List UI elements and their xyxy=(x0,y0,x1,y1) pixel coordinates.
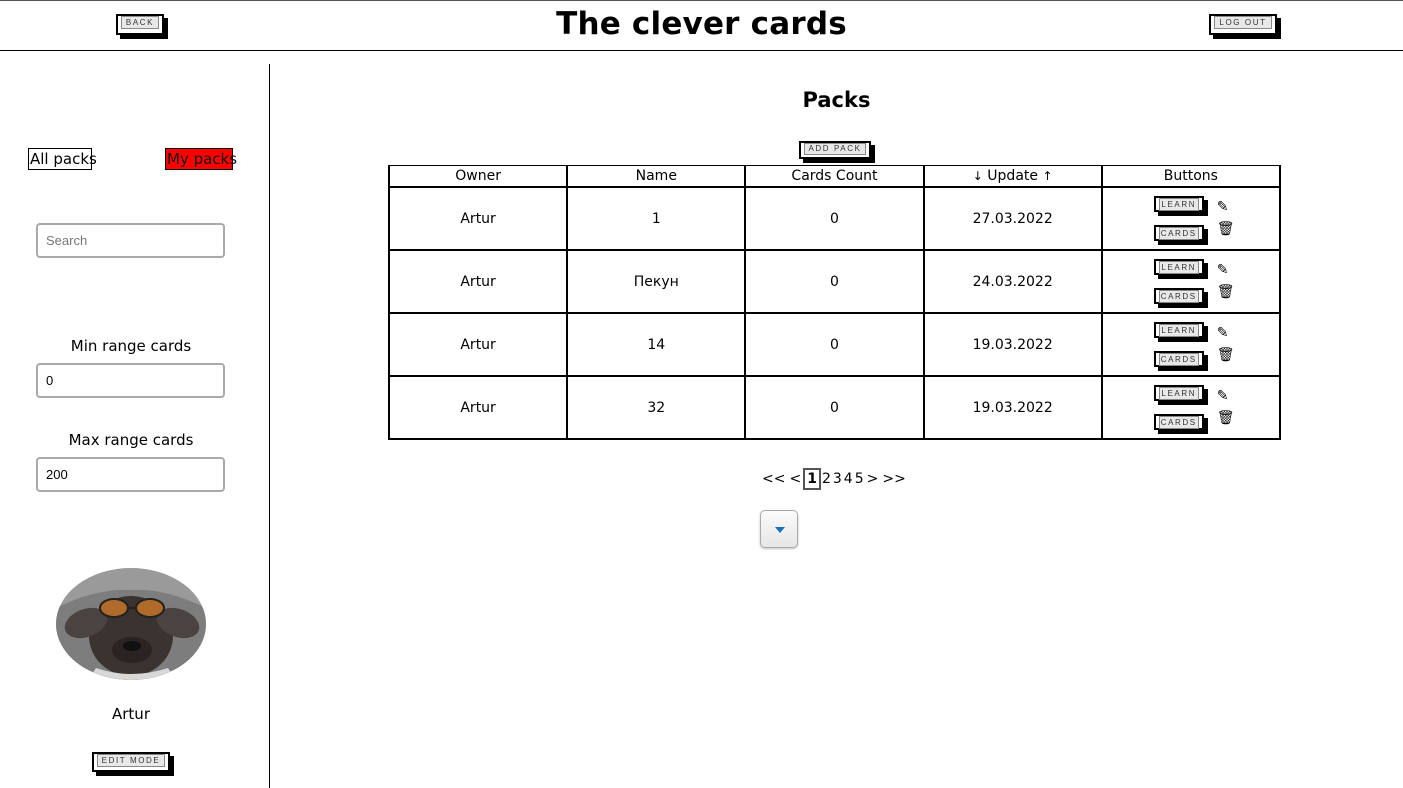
pagination-next[interactable]: > xyxy=(865,471,881,487)
packs-table: Owner Name Cards Count ↓ Update ↑ Button… xyxy=(387,165,1282,440)
cards-button[interactable]: CARDS xyxy=(1153,414,1204,430)
cell-cards-count: 0 xyxy=(744,375,925,440)
column-header-buttons: Buttons xyxy=(1100,165,1282,188)
trash-icon[interactable]: 🗑 xyxy=(1217,348,1235,362)
learn-button[interactable]: LEARN xyxy=(1153,196,1204,212)
edit-icon[interactable]: ✎ xyxy=(1217,389,1229,403)
cell-updated: 24.03.2022 xyxy=(922,249,1103,314)
trash-icon[interactable]: 🗑 xyxy=(1217,285,1235,299)
cell-buttons: LEARN CARDS ✎ 🗑 xyxy=(1100,312,1282,377)
cell-owner: Artur xyxy=(387,186,569,251)
max-range-label: Max range cards xyxy=(68,431,194,449)
max-range-input[interactable] xyxy=(36,457,225,492)
pagination-page[interactable]: 4 xyxy=(843,471,854,487)
learn-button-label: LEARN xyxy=(1158,198,1199,211)
edit-icon[interactable]: ✎ xyxy=(1217,326,1229,340)
logout-button[interactable]: LOG OUT xyxy=(1209,14,1277,35)
app-title: The clever cards xyxy=(556,6,847,42)
cell-updated: 19.03.2022 xyxy=(922,312,1103,377)
cell-owner: Artur xyxy=(387,375,569,440)
pagination-prev[interactable]: < xyxy=(787,471,803,487)
cell-name: 32 xyxy=(566,375,747,440)
min-range-label: Min range cards xyxy=(70,337,192,355)
cell-cards-count: 0 xyxy=(744,186,925,251)
table-row: Artur 1 0 27.03.2022 LEARN CARDS ✎ 🗑 xyxy=(387,186,1282,251)
cell-buttons: LEARN CARDS ✎ 🗑 xyxy=(1100,249,1282,314)
sort-desc-icon[interactable]: ↓ xyxy=(973,169,983,183)
cell-cards-count: 0 xyxy=(744,312,925,377)
add-pack-button[interactable]: ADD PACK xyxy=(799,141,871,159)
edit-icon[interactable]: ✎ xyxy=(1217,200,1229,214)
table-row: Artur Пекун 0 24.03.2022 LEARN CARDS ✎ 🗑 xyxy=(387,249,1282,314)
caret-down-icon xyxy=(775,527,785,533)
cell-cards-count: 0 xyxy=(744,249,925,314)
edit-mode-button-label: EDIT MODE xyxy=(97,754,165,767)
dog-photo xyxy=(56,568,206,680)
learn-button[interactable]: LEARN xyxy=(1153,322,1204,338)
trash-icon[interactable]: 🗑 xyxy=(1217,411,1235,425)
page-size-dropdown[interactable] xyxy=(760,510,798,548)
cards-button-label: CARDS xyxy=(1158,227,1199,240)
search-input[interactable] xyxy=(36,223,225,258)
table-row: Artur 14 0 19.03.2022 LEARN CARDS ✎ 🗑 xyxy=(387,312,1282,377)
pagination-page[interactable]: 3 xyxy=(832,471,843,487)
cell-buttons: LEARN CARDS ✎ 🗑 xyxy=(1100,375,1282,440)
logout-button-label: LOG OUT xyxy=(1214,16,1272,29)
pagination-last[interactable]: >> xyxy=(880,471,907,487)
column-header-name[interactable]: Name xyxy=(566,165,747,188)
add-pack-button-label: ADD PACK xyxy=(804,143,866,155)
cell-name: 1 xyxy=(566,186,747,251)
pagination: << < 1 2 3 4 5 > >> xyxy=(760,468,908,490)
column-header-cards-count[interactable]: Cards Count xyxy=(744,165,925,188)
cards-button[interactable]: CARDS xyxy=(1153,225,1204,241)
cards-button[interactable]: CARDS xyxy=(1153,288,1204,304)
cell-updated: 27.03.2022 xyxy=(922,186,1103,251)
min-range-input[interactable] xyxy=(36,363,225,398)
column-header-update[interactable]: ↓ Update ↑ xyxy=(922,165,1103,188)
edit-icon[interactable]: ✎ xyxy=(1217,263,1229,277)
table-header-row: Owner Name Cards Count ↓ Update ↑ Button… xyxy=(387,165,1282,188)
cards-button-label: CARDS xyxy=(1158,353,1199,366)
cell-name: Пекун xyxy=(566,249,747,314)
learn-button-label: LEARN xyxy=(1158,324,1199,337)
pagination-page[interactable]: 2 xyxy=(821,471,832,487)
cell-updated: 19.03.2022 xyxy=(922,375,1103,440)
sort-asc-icon[interactable]: ↑ xyxy=(1042,169,1052,183)
table-row: Artur 32 0 19.03.2022 LEARN CARDS ✎ 🗑 xyxy=(387,375,1282,440)
cards-button-label: CARDS xyxy=(1158,290,1199,303)
pagination-page[interactable]: 5 xyxy=(854,471,865,487)
page-title: Packs xyxy=(802,88,871,112)
learn-button[interactable]: LEARN xyxy=(1153,259,1204,275)
tab-my-packs[interactable]: My packs xyxy=(165,148,237,170)
learn-button-label: LEARN xyxy=(1158,261,1199,274)
column-header-owner[interactable]: Owner xyxy=(387,165,569,188)
trash-icon[interactable]: 🗑 xyxy=(1217,222,1235,236)
cell-owner: Artur xyxy=(387,249,569,314)
cell-buttons: LEARN CARDS ✎ 🗑 xyxy=(1100,186,1282,251)
edit-mode-button[interactable]: EDIT MODE xyxy=(92,752,170,772)
sidebar-divider xyxy=(269,64,270,788)
avatar xyxy=(56,568,206,680)
pagination-first[interactable]: << xyxy=(760,471,787,487)
app-header: BACK The clever cards LOG OUT xyxy=(0,0,1403,51)
cards-button[interactable]: CARDS xyxy=(1153,351,1204,367)
username: Artur xyxy=(112,705,150,723)
pagination-page-current[interactable]: 1 xyxy=(803,468,821,490)
cards-button-label: CARDS xyxy=(1158,416,1199,429)
column-header-update-label: Update xyxy=(987,168,1038,184)
cell-name: 14 xyxy=(566,312,747,377)
learn-button-label: LEARN xyxy=(1158,387,1199,400)
cell-owner: Artur xyxy=(387,312,569,377)
tab-all-packs[interactable]: All packs xyxy=(28,148,97,170)
learn-button[interactable]: LEARN xyxy=(1153,385,1204,401)
